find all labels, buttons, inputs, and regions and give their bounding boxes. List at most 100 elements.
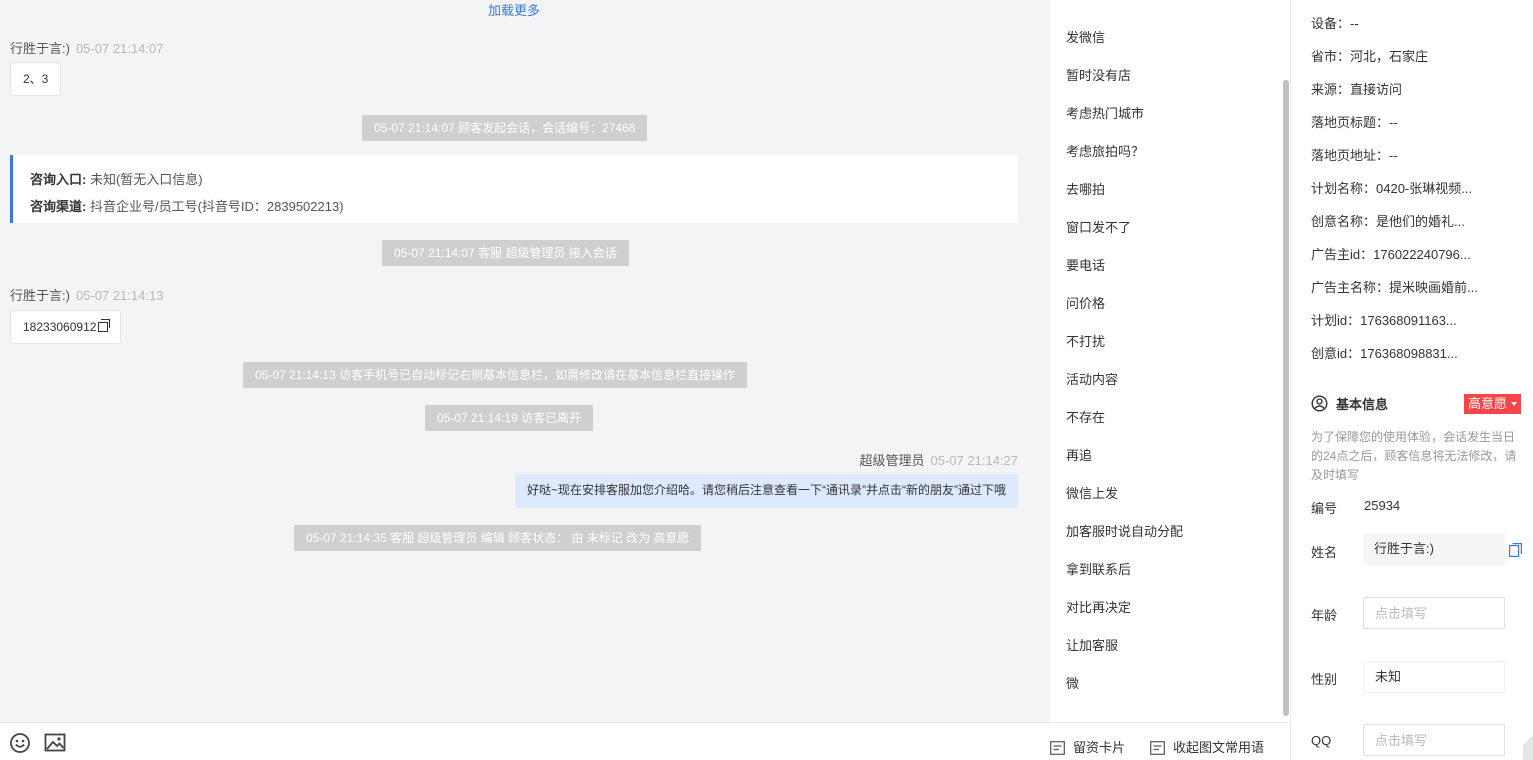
meta-label: 创意名称： <box>1311 214 1377 229</box>
copy-icon[interactable] <box>98 319 111 332</box>
meta-row-plan-id: 计划id：176368091163... <box>1311 310 1457 329</box>
visitor-message-bubble: 18233060912 <box>10 310 122 344</box>
meta-value: 直接访问 <box>1350 82 1403 97</box>
lead-card-label: 留资卡片 <box>1073 740 1126 755</box>
id-value: 25934 <box>1364 498 1401 513</box>
name-label: 姓名 <box>1311 545 1338 560</box>
quick-reply-item[interactable]: 再追 <box>1066 445 1092 464</box>
intent-status-label: 高意愿 <box>1468 396 1508 411</box>
meta-row-landing-title: 落地页标题：-- <box>1311 112 1398 131</box>
image-icon[interactable] <box>44 732 66 754</box>
basic-info-header: 基本信息 <box>1311 394 1388 413</box>
quick-reply-item[interactable]: 微信上发 <box>1066 483 1118 502</box>
collapse-phrases-button[interactable]: 收起图文常用语 <box>1150 737 1264 756</box>
sender-name: 行胜于言:) <box>10 288 70 303</box>
consult-entry-value: 未知(暂无入口信息) <box>89 172 203 187</box>
quick-reply-item[interactable]: 拿到联系后 <box>1066 559 1131 578</box>
meta-row-advertiser-name: 广告主名称：提米映画婚前... <box>1311 277 1478 296</box>
message-meta: 行胜于言:) 05-07 21:14:13 <box>10 285 163 304</box>
meta-label: 计划id： <box>1311 313 1361 328</box>
message-time: 05-07 21:14:27 <box>930 453 1018 468</box>
panel-resize-corner[interactable] <box>1523 720 1533 760</box>
quick-reply-item[interactable]: 暂时没有店 <box>1066 65 1131 84</box>
quick-reply-item[interactable]: 活动内容 <box>1066 369 1118 388</box>
meta-label: 广告主名称： <box>1311 280 1390 295</box>
chat-panel: 加载更多 行胜于言:) 05-07 21:14:07 2、3 05-07 21:1… <box>0 0 1050 722</box>
meta-label: 广告主id： <box>1311 247 1374 262</box>
name-field[interactable]: 行胜于言:) <box>1363 533 1505 565</box>
edit-copy-icon[interactable] <box>1509 543 1522 557</box>
quick-reply-item[interactable]: 不存在 <box>1066 407 1105 426</box>
message-meta: 行胜于言:) 05-07 21:14:07 <box>10 38 163 57</box>
meta-value: -- <box>1389 148 1398 163</box>
system-message: 05-07 21:14:07 顾客发起会话，会话编号：27468 <box>362 115 648 141</box>
meta-label: 省市： <box>1311 49 1351 64</box>
quick-reply-item[interactable]: 不打扰 <box>1066 331 1105 350</box>
meta-row-creative-name: 创意名称：是他们的婚礼... <box>1311 211 1465 230</box>
consult-channel-value: 抖音企业号/员工号(抖音号ID：2839502213) <box>89 199 344 214</box>
smile-icon[interactable] <box>9 732 31 754</box>
system-message: 05-07 21:14:19 访客已离开 <box>425 405 594 431</box>
input-toolbar: 留资卡片 收起图文常用语 <box>0 722 1290 760</box>
quick-reply-item[interactable]: 让加客服 <box>1066 635 1118 654</box>
message-time: 05-07 21:14:13 <box>75 288 164 303</box>
load-more-link[interactable]: 加载更多 <box>0 0 1028 19</box>
id-label: 编号 <box>1311 501 1338 516</box>
phone-number-text: 18233060912 <box>23 320 97 334</box>
consult-entry-label: 咨询入口: <box>30 172 87 187</box>
lead-card-button[interactable]: 留资卡片 <box>1050 737 1125 756</box>
meta-row-plan-name: 计划名称：0420-张琳视频... <box>1311 178 1472 197</box>
meta-row-landing-url: 落地页地址：-- <box>1311 145 1398 164</box>
meta-row-device: 设备：-- <box>1311 13 1359 32</box>
meta-label: 来源： <box>1311 82 1351 97</box>
basic-info-title: 基本信息 <box>1336 397 1389 412</box>
quick-reply-scrollbar[interactable] <box>1283 80 1289 716</box>
sender-name: 超级管理员 <box>859 453 925 468</box>
quick-reply-item[interactable]: 问价格 <box>1066 293 1105 312</box>
meta-row-advertiser-id: 广告主id：176022240796... <box>1311 244 1471 263</box>
gender-select[interactable]: 未知 <box>1363 661 1505 693</box>
meta-row-source: 来源：直接访问 <box>1311 79 1402 98</box>
quick-reply-item[interactable]: 加客服时说自动分配 <box>1066 521 1183 540</box>
meta-value: -- <box>1350 16 1359 31</box>
meta-value: 提米映画婚前... <box>1389 280 1478 295</box>
meta-value: 0420-张琳视频... <box>1376 181 1473 196</box>
meta-value: 河北，石家庄 <box>1350 49 1429 64</box>
system-message: 05-07 21:14:13 访客手机号已自动标记右侧基本信息栏，如需修改请在基… <box>243 362 748 388</box>
meta-label: 落地页地址： <box>1311 148 1390 163</box>
meta-value: 176022240796... <box>1373 247 1471 262</box>
meta-value: 176368091163... <box>1360 313 1457 328</box>
meta-value: 是他们的婚礼... <box>1376 214 1465 229</box>
user-circle-icon <box>1311 395 1328 412</box>
quick-reply-item[interactable]: 窗口发不了 <box>1066 217 1131 236</box>
system-message: 05-07 21:14:07 客服 超级管理员 接入会话 <box>382 240 629 266</box>
quick-reply-item[interactable]: 去哪拍 <box>1066 179 1105 198</box>
qq-label: QQ <box>1311 733 1332 748</box>
sender-name: 行胜于言:) <box>10 41 70 56</box>
consult-channel-row: 咨询渠道: 抖音企业号/员工号(抖音号ID：2839502213) <box>30 193 1001 220</box>
message-meta: 超级管理员 05-07 21:14:27 <box>860 450 1018 469</box>
meta-label: 设备： <box>1311 16 1351 31</box>
quick-reply-item[interactable]: 发微信 <box>1066 27 1105 46</box>
visitor-message-bubble: 2、3 <box>10 62 62 96</box>
agent-message-bubble: 好哒~现在安排客服加您介绍哈。请您稍后注意查看一下“通讯录”并点击“新的朋友”通… <box>515 474 1018 508</box>
system-message: 05-07 21:14:35 客服 超级管理员 编辑 顾客状态： 由 未标记 改… <box>294 525 702 551</box>
message-time: 05-07 21:14:07 <box>75 41 164 56</box>
quick-reply-item[interactable]: 微 <box>1066 673 1079 692</box>
meta-value: -- <box>1389 115 1398 130</box>
gender-label: 性别 <box>1311 672 1338 687</box>
age-input[interactable] <box>1363 597 1505 629</box>
consult-info-card: 咨询入口: 未知(暂无入口信息) 咨询渠道: 抖音企业号/员工号(抖音号ID：2… <box>10 155 1018 223</box>
intent-status-dropdown[interactable]: 高意愿 <box>1464 394 1522 414</box>
consult-entry-row: 咨询入口: 未知(暂无入口信息) <box>30 166 1001 193</box>
quick-reply-item[interactable]: 对比再决定 <box>1066 597 1131 616</box>
phrases-icon <box>1150 741 1165 755</box>
meta-label: 计划名称： <box>1311 181 1377 196</box>
collapse-phrases-label: 收起图文常用语 <box>1173 740 1265 755</box>
age-label: 年龄 <box>1311 608 1338 623</box>
caret-down-icon <box>1511 402 1518 406</box>
quick-reply-item[interactable]: 考虑旅拍吗？ <box>1066 141 1144 160</box>
quick-reply-item[interactable]: 考虑热门城市 <box>1066 103 1144 122</box>
quick-reply-item[interactable]: 要电话 <box>1066 255 1105 274</box>
qq-input[interactable] <box>1363 724 1505 756</box>
